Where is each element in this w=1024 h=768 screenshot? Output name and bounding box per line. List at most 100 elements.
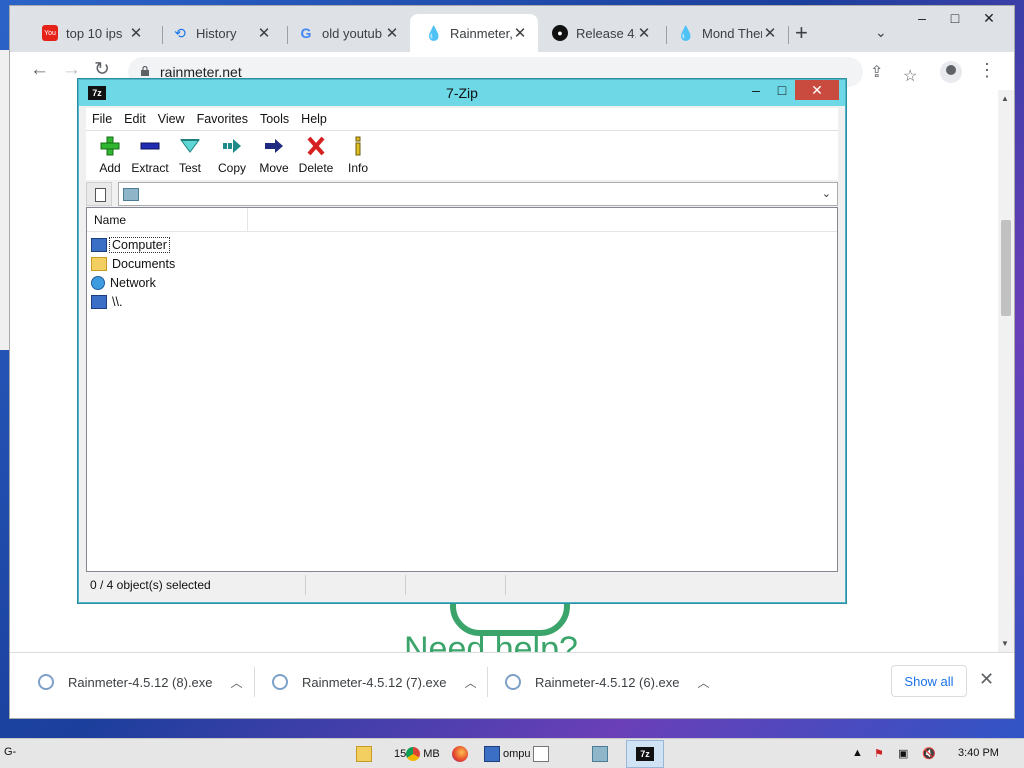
tab-old-youtube[interactable]: G old youtub ✕ <box>282 14 410 52</box>
show-all-button[interactable]: Show all <box>891 665 967 697</box>
status-bar: 0 / 4 object(s) selected <box>86 575 838 595</box>
explorer-taskbar-item[interactable] <box>356 742 375 766</box>
tab-rainmeter[interactable]: 💧 Rainmeter, ✕ <box>410 14 538 52</box>
path-combobox[interactable]: ⌄ <box>118 182 838 206</box>
firefox-taskbar-item[interactable] <box>452 742 471 766</box>
download-name: Rainmeter-4.5.12 (6).exe <box>535 674 680 690</box>
rainmeter-icon: 💧 <box>677 24 695 41</box>
scroll-thumb[interactable] <box>1001 220 1011 316</box>
item-label: \\. <box>112 294 123 309</box>
tab-search-icon[interactable]: ⌄ <box>875 24 887 41</box>
menu-icon[interactable]: ⋮ <box>978 60 996 81</box>
tray-expand-icon[interactable]: ▲ <box>852 747 863 759</box>
tab-close-icon[interactable]: ✕ <box>128 24 144 42</box>
tab-release[interactable]: ● Release 4.4 ✕ <box>536 14 662 52</box>
list-item[interactable]: Computer <box>91 235 177 254</box>
tab-close-icon[interactable]: ✕ <box>762 24 778 42</box>
chevron-up-icon[interactable]: ︿ <box>698 674 710 691</box>
taskbar-clock[interactable]: 3:40 PM <box>958 747 999 759</box>
tab-label: History <box>196 25 237 41</box>
delete-button[interactable]: Delete <box>294 135 338 175</box>
installer-icon <box>505 674 521 690</box>
flag-icon[interactable]: ⚑ <box>874 747 884 760</box>
minimize-icon[interactable]: – <box>905 10 939 26</box>
installer-icon <box>38 674 54 690</box>
download-divider <box>487 667 488 697</box>
profile-icon[interactable] <box>940 61 962 83</box>
move-button[interactable]: Move <box>252 135 296 175</box>
chevron-up-icon[interactable]: ︿ <box>231 674 243 691</box>
chrome-icon <box>406 747 421 761</box>
info-icon <box>355 136 361 156</box>
copy-button[interactable]: Copy <box>210 135 254 175</box>
tab-close-icon[interactable]: ✕ <box>512 24 528 42</box>
scroll-down-icon[interactable]: ▼ <box>1001 639 1009 648</box>
list-item[interactable]: Network <box>91 273 177 292</box>
download-item[interactable]: Rainmeter-4.5.12 (6).exe ︿ <box>505 665 710 699</box>
tab-close-icon[interactable]: ✕ <box>636 24 652 42</box>
download-item[interactable]: Rainmeter-4.5.12 (8).exe ︿ <box>38 665 243 699</box>
reload-icon[interactable]: ↻ <box>94 60 110 80</box>
menu-tools[interactable]: Tools <box>254 112 295 126</box>
tab-close-icon[interactable]: ✕ <box>384 24 400 42</box>
7zip-window: 7z 7-Zip – □ ✕ File Edit View Favorites … <box>78 79 846 603</box>
minimize-icon[interactable]: – <box>743 80 769 100</box>
list-item[interactable]: Documents <box>91 254 177 273</box>
test-icon <box>180 139 200 153</box>
scroll-up-icon[interactable]: ▲ <box>1001 94 1009 103</box>
download-item[interactable]: Rainmeter-4.5.12 (7).exe ︿ <box>272 665 477 699</box>
computer-taskbar-item[interactable]: ompu <box>484 742 552 766</box>
add-button[interactable]: Add <box>88 135 132 175</box>
bookmark-star-icon[interactable]: ☆ <box>903 66 917 86</box>
menu-view[interactable]: View <box>152 112 191 126</box>
download-name: Rainmeter-4.5.12 (8).exe <box>68 674 213 690</box>
maximize-icon[interactable]: □ <box>769 80 795 100</box>
chrome-taskbar-item[interactable]: 15 MB <box>394 742 440 766</box>
up-folder-icon[interactable] <box>86 182 112 206</box>
menu-bar: File Edit View Favorites Tools Help <box>86 108 838 130</box>
taskbar-start-text[interactable]: G- <box>4 746 16 758</box>
installer-icon <box>272 674 288 690</box>
extract-button[interactable]: Extract <box>128 135 172 175</box>
item-label: Computer <box>109 236 170 253</box>
7zip-taskbar-item[interactable]: 7z <box>626 740 664 768</box>
new-tab-icon[interactable]: + <box>795 22 808 44</box>
close-icon[interactable]: ✕ <box>795 80 839 100</box>
menu-help[interactable]: Help <box>295 112 333 126</box>
menu-file[interactable]: File <box>86 112 118 126</box>
history-icon: ⟲ <box>174 24 186 41</box>
chevron-up-icon[interactable]: ︿ <box>465 674 477 691</box>
menu-favorites[interactable]: Favorites <box>191 112 254 126</box>
7zip-toolbar: Add Extract Test Copy Move Delete Info <box>86 130 838 180</box>
volume-icon[interactable]: 🔇 <box>922 747 936 760</box>
chevron-down-icon[interactable]: ⌄ <box>822 187 831 200</box>
back-icon[interactable]: ← <box>30 60 49 80</box>
tab-close-icon[interactable]: ✕ <box>256 24 272 42</box>
rainmeter-icon: 💧 <box>425 24 443 41</box>
7zip-app-icon: 7z <box>636 747 654 761</box>
google-icon: G <box>300 25 312 41</box>
tab-top-10-ips[interactable]: You top 10 ips ✕ <box>26 14 154 52</box>
tab-history[interactable]: ⟲ History ✕ <box>156 14 282 52</box>
7zip-titlebar[interactable]: 7z 7-Zip – □ ✕ <box>79 80 845 106</box>
extract-icon <box>140 142 160 150</box>
close-download-bar-icon[interactable]: ✕ <box>979 669 994 690</box>
network-tray-icon[interactable]: ▣ <box>898 747 908 760</box>
network-icon <box>91 275 105 290</box>
list-rows: Computer Documents Network \\. <box>91 235 177 311</box>
list-item[interactable]: \\. <box>91 292 177 311</box>
close-icon[interactable]: ✕ <box>972 10 1006 27</box>
menu-edit[interactable]: Edit <box>118 112 152 126</box>
test-button[interactable]: Test <box>168 135 212 175</box>
app-taskbar-item[interactable] <box>592 742 611 766</box>
list-header: Name <box>87 208 837 232</box>
forward-icon[interactable]: → <box>62 60 81 80</box>
tab-mond-theme[interactable]: 💧 Mond Ther ✕ <box>662 14 788 52</box>
maximize-icon[interactable]: □ <box>938 10 972 26</box>
page-scrollbar[interactable]: ▲ ▼ <box>998 90 1014 652</box>
tab-label: old youtub <box>322 25 382 41</box>
column-name-header[interactable]: Name <box>94 213 126 227</box>
info-button[interactable]: Info <box>336 135 380 175</box>
share-icon[interactable]: ⇪ <box>870 62 883 82</box>
column-divider[interactable] <box>247 208 248 232</box>
